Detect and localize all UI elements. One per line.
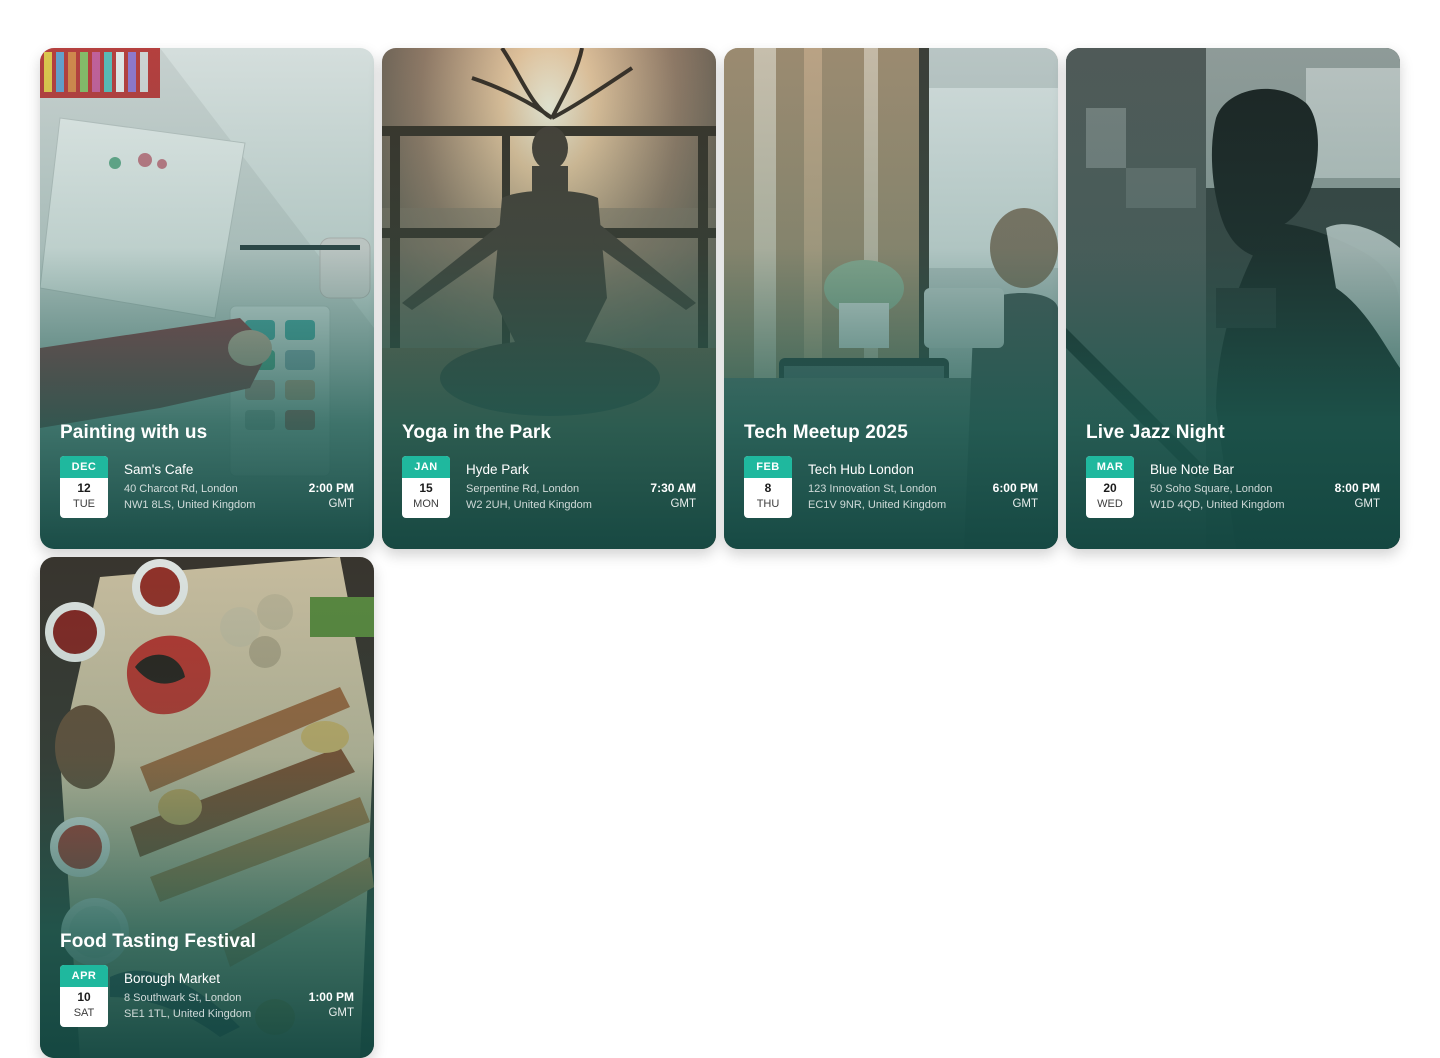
date-badge: FEB 8 THU: [744, 456, 792, 518]
venue-info: Tech Hub London 123 Innovation St, Londo…: [808, 456, 993, 513]
event-time: 7:30 AM GMT: [650, 456, 696, 512]
address-line-2: NW1 8LS, United Kingdom: [124, 499, 256, 511]
time-zone: GMT: [1354, 498, 1380, 510]
date-badge: JAN 15 MON: [402, 456, 450, 518]
venue-info: Blue Note Bar 50 Soho Square, London W1D…: [1150, 456, 1335, 513]
time-value: 7:30 AM: [650, 481, 696, 495]
date-month: DEC: [60, 456, 108, 478]
event-meta: DEC 12 TUE Sam's Cafe 40 Charcot Rd, Lon…: [60, 456, 354, 518]
venue-name: Borough Market: [124, 971, 221, 986]
time-zone: GMT: [1012, 498, 1038, 510]
time-value: 8:00 PM: [1334, 481, 1380, 495]
date-month: APR: [60, 965, 108, 987]
address-line-2: SE1 1TL, United Kingdom: [124, 1008, 252, 1020]
date-day: 20: [1103, 481, 1117, 495]
date-day: 10: [77, 990, 91, 1004]
date-badge: APR 10 SAT: [60, 965, 108, 1027]
date-day: 8: [764, 481, 772, 495]
event-meta: MAR 20 WED Blue Note Bar 50 Soho Square,…: [1086, 456, 1380, 518]
event-card[interactable]: Food Tasting Festival APR 10 SAT Borough…: [40, 557, 374, 1058]
event-title: Live Jazz Night: [1086, 422, 1225, 443]
time-zone: GMT: [328, 498, 354, 510]
address-line-2: W2 2UH, United Kingdom: [466, 499, 592, 511]
time-zone: GMT: [328, 1007, 354, 1019]
address-line-1: Serpentine Rd, London: [466, 483, 580, 495]
address-line-1: 123 Innovation St, London: [808, 483, 937, 495]
card-body: Painting with us DEC 12 TUE Sam's Cafe 4…: [60, 422, 354, 518]
date-day: 12: [77, 481, 91, 495]
event-time: 1:00 PM GMT: [309, 965, 354, 1021]
date-badge: MAR 20 WED: [1086, 456, 1134, 518]
time-value: 2:00 PM: [308, 481, 354, 495]
card-body: Tech Meetup 2025 FEB 8 THU Tech Hub Lond…: [744, 422, 1038, 518]
date-weekday: THU: [756, 498, 780, 510]
event-meta: APR 10 SAT Borough Market 8 Southwark St…: [60, 965, 354, 1027]
event-card[interactable]: Tech Meetup 2025 FEB 8 THU Tech Hub Lond…: [724, 48, 1058, 549]
event-time: 2:00 PM GMT: [309, 456, 354, 512]
event-time: 6:00 PM GMT: [993, 456, 1038, 512]
venue-name: Blue Note Bar: [1150, 462, 1235, 477]
venue-info: Borough Market 8 Southwark St, London SE…: [124, 965, 309, 1022]
event-card[interactable]: Live Jazz Night MAR 20 WED Blue Note Bar…: [1066, 48, 1400, 549]
time-value: 1:00 PM: [308, 990, 354, 1004]
card-body: Yoga in the Park JAN 15 MON Hyde Park Se…: [402, 422, 696, 518]
card-body: Food Tasting Festival APR 10 SAT Borough…: [60, 931, 354, 1027]
address-line-2: EC1V 9NR, United Kingdom: [808, 499, 947, 511]
date-day: 15: [419, 481, 433, 495]
time-value: 6:00 PM: [992, 481, 1038, 495]
address-line-2: W1D 4QD, United Kingdom: [1150, 499, 1285, 511]
venue-info: Sam's Cafe 40 Charcot Rd, London NW1 8LS…: [124, 456, 309, 513]
venue-name: Tech Hub London: [808, 462, 914, 477]
date-badge: DEC 12 TUE: [60, 456, 108, 518]
card-body: Live Jazz Night MAR 20 WED Blue Note Bar…: [1086, 422, 1380, 518]
venue-info: Hyde Park Serpentine Rd, London W2 2UH, …: [466, 456, 650, 513]
event-title: Food Tasting Festival: [60, 931, 256, 952]
event-meta: FEB 8 THU Tech Hub London 123 Innovation…: [744, 456, 1038, 518]
date-weekday: MON: [413, 498, 439, 510]
date-month: MAR: [1086, 456, 1134, 478]
date-month: JAN: [402, 456, 450, 478]
event-card[interactable]: Yoga in the Park JAN 15 MON Hyde Park Se…: [382, 48, 716, 549]
date-weekday: WED: [1097, 498, 1123, 510]
address-line-1: 8 Southwark St, London: [124, 992, 242, 1004]
event-time: 8:00 PM GMT: [1335, 456, 1380, 512]
event-title: Yoga in the Park: [402, 422, 552, 443]
event-card[interactable]: Painting with us DEC 12 TUE Sam's Cafe 4…: [40, 48, 374, 549]
address-line-1: 40 Charcot Rd, London: [124, 483, 238, 495]
event-title: Tech Meetup 2025: [744, 422, 908, 443]
venue-name: Sam's Cafe: [124, 462, 194, 477]
address-line-1: 50 Soho Square, London: [1150, 483, 1273, 495]
venue-name: Hyde Park: [466, 462, 530, 477]
event-title: Painting with us: [60, 422, 208, 443]
time-zone: GMT: [670, 498, 696, 510]
date-weekday: TUE: [73, 498, 95, 510]
event-grid: Painting with us DEC 12 TUE Sam's Cafe 4…: [40, 48, 1400, 1058]
date-month: FEB: [744, 456, 792, 478]
event-meta: JAN 15 MON Hyde Park Serpentine Rd, Lond…: [402, 456, 696, 518]
date-weekday: SAT: [73, 1007, 95, 1019]
